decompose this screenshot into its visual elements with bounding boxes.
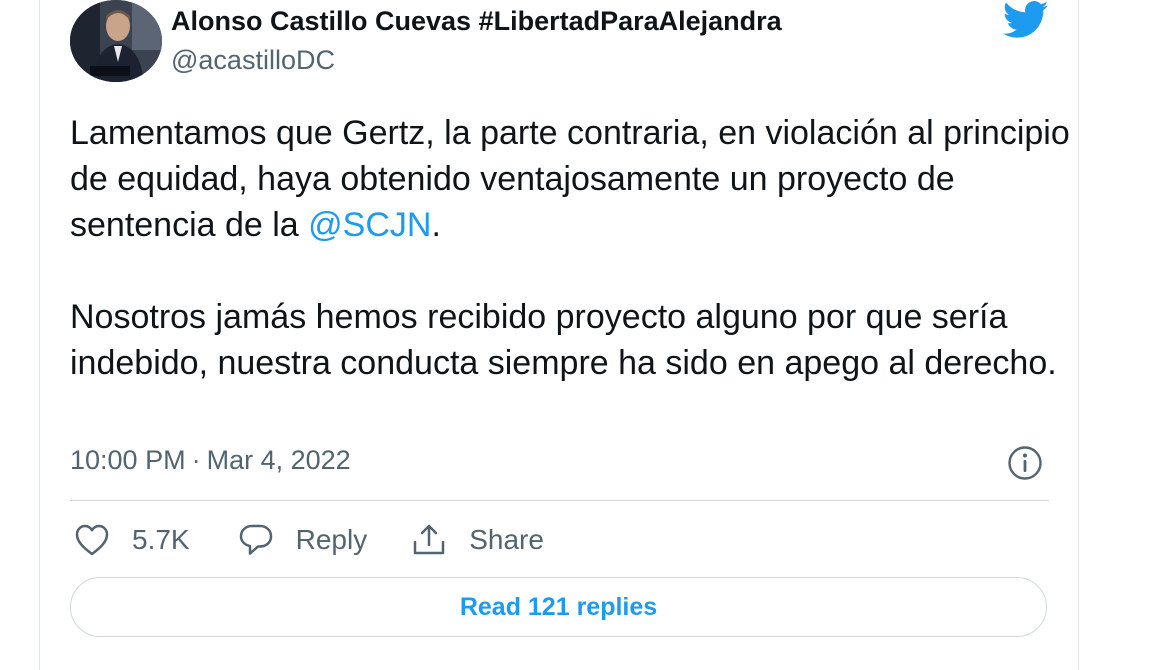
reply-button[interactable]: Reply [238,523,368,557]
author-name[interactable]: Alonso Castillo Cuevas #LibertadParaAlej… [171,6,782,37]
tweet-time: 10:00 PM [70,445,186,475]
like-count: 5.7K [132,524,190,555]
share-label: Share [469,524,544,555]
tweet-text: Lamentamos que Gertz, la parte contraria… [70,110,1070,386]
reply-label: Reply [295,524,368,555]
tweet-paragraph-2: Nosotros jamás hemos recibido proyecto a… [70,298,1057,382]
action-bar: 5.7K Reply Share [74,518,544,562]
timestamp-separator: · [191,445,201,475]
mention-link[interactable]: @SCJN [308,206,431,244]
tweet-text-part: Lamentamos que Gertz, la parte contraria… [70,114,1070,244]
speech-bubble-icon [239,524,272,555]
divider [70,500,1049,501]
tweet-timestamp[interactable]: 10:00 PM · Mar 4, 2022 [70,445,351,476]
twitter-bird-icon[interactable] [1003,0,1049,40]
read-replies-label: Read 121 replies [459,592,658,621]
tweet-paragraph-1: Lamentamos que Gertz, la parte contraria… [70,110,1070,248]
tweet-date: Mar 4, 2022 [206,445,351,475]
info-icon[interactable] [1007,445,1043,481]
read-replies-button[interactable]: Read 121 replies [70,577,1047,637]
heart-icon [75,524,109,556]
like-button[interactable]: 5.7K [74,523,190,557]
author-handle[interactable]: @acastilloDC [171,45,335,76]
author-avatar[interactable] [70,0,162,82]
share-icon [413,524,445,555]
tweet-text-part: . [431,206,441,244]
share-button[interactable]: Share [411,523,544,557]
